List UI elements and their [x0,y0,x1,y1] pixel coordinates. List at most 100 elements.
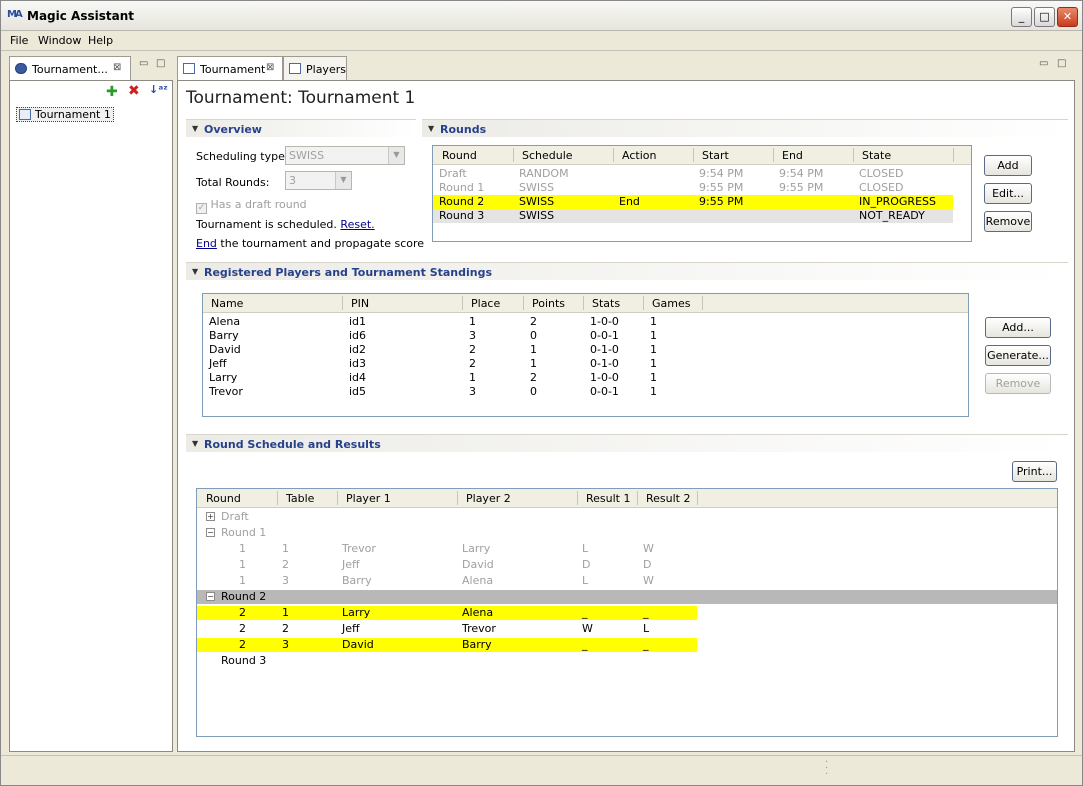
tournament-icon [19,109,31,120]
round-group-label: Round 3 [221,654,267,667]
close-icon[interactable]: ⊠ [266,62,274,73]
round-cell-action: End [619,195,640,208]
round-row[interactable]: Round 3 SWISS NOT_READY [433,209,953,223]
match-cell-r1: L [582,574,589,587]
player-row[interactable]: Barry id6 3 0 0-0-1 1 [203,329,963,343]
menu-window[interactable]: Window [38,34,81,47]
player-cell-points: 0 [530,385,537,398]
add-player-button[interactable]: Add... [985,317,1051,338]
section-players[interactable]: ▼ Registered Players and Tournament Stan… [186,262,1068,280]
match-cell-table: 2 [282,622,289,635]
print-button[interactable]: Print... [1012,461,1057,482]
player-row[interactable]: Alena id1 1 2 1-0-0 1 [203,315,963,329]
tab-tournament[interactable]: Tournament ⊠ [177,56,283,80]
column-header[interactable]: Round [206,492,241,505]
menu-file[interactable]: File [10,34,28,47]
expand-icon[interactable]: + [206,512,215,521]
collapse-icon[interactable]: − [206,592,215,601]
match-row[interactable]: 2 2 Jeff Trevor W L [197,622,1057,636]
player-row[interactable]: Jeff id3 2 1 0-1-0 1 [203,357,963,371]
player-cell-points: 0 [530,329,537,342]
column-header[interactable]: Result 2 [646,492,690,505]
round-group-label: Round 2 [221,590,267,603]
column-header[interactable]: Round [442,149,477,162]
resize-grip-icon: · · · [825,757,829,780]
round-cell-round: Round 1 [439,181,485,194]
player-row[interactable]: Trevor id5 3 0 0-0-1 1 [203,385,963,399]
player-row[interactable]: Larry id4 1 2 1-0-0 1 [203,371,963,385]
round-row[interactable]: Draft RANDOM 9:54 PM 9:54 PM CLOSED [433,167,953,181]
minimize-icon[interactable]: ▭ [139,58,148,69]
column-header[interactable]: Points [532,297,565,310]
maximize-icon[interactable]: □ [156,58,165,69]
menu-help[interactable]: Help [88,34,113,47]
round-group-row[interactable]: Round 3 [197,654,1057,668]
delete-icon[interactable]: ✖ [128,83,140,99]
close-icon[interactable]: ⊠ [113,62,121,73]
remove-round-button[interactable]: Remove [984,211,1032,232]
match-cell-r2: W [643,574,654,587]
round-group-row[interactable]: − Round 2 [197,590,1057,604]
section-schedule[interactable]: ▼ Round Schedule and Results [186,434,1068,452]
tab-players[interactable]: Players [283,56,347,80]
column-header[interactable]: State [862,149,891,162]
column-header[interactable]: Result 1 [586,492,630,505]
collapse-icon[interactable]: − [206,528,215,537]
section-rounds[interactable]: ▼ Rounds [422,119,1068,137]
column-header[interactable]: End [782,149,803,162]
minimize-icon[interactable]: ▭ [1039,58,1048,69]
player-cell-games: 1 [650,315,657,328]
section-overview[interactable]: ▼ Overview [186,119,416,137]
scheduling-type-label: Scheduling type: [196,150,289,163]
editor-icon [183,63,195,74]
total-rounds-label: Total Rounds: [196,176,270,189]
round-group-row[interactable]: − Round 1 [197,526,1057,540]
column-header[interactable]: Place [471,297,500,310]
player-cell-name: David [209,343,241,356]
match-cell-r1: W [582,622,593,635]
minimize-window-button[interactable]: _ [1011,7,1032,27]
match-cell-round: 1 [239,558,246,571]
column-header[interactable]: Table [286,492,314,505]
add-round-button[interactable]: Add [984,155,1032,176]
column-header[interactable]: Stats [592,297,620,310]
column-header[interactable]: PIN [351,297,369,310]
title-bar: MA Magic Assistant _ □ ✕ [1,1,1082,31]
player-cell-games: 1 [650,343,657,356]
column-header[interactable]: Action [622,149,656,162]
generate-players-button[interactable]: Generate... [985,345,1051,366]
match-row[interactable]: 1 1 Trevor Larry L W [197,542,1057,556]
tab-tournament-navigator[interactable]: Tournament... ⊠ [9,56,131,80]
editor-icon [289,63,301,74]
column-header[interactable]: Start [702,149,729,162]
column-header[interactable]: Name [211,297,243,310]
maximize-icon[interactable]: □ [1057,58,1066,69]
player-row[interactable]: David id2 2 1 0-1-0 1 [203,343,963,357]
column-header[interactable]: Player 2 [466,492,511,505]
match-row[interactable]: 2 1 Larry Alena _ _ [197,606,697,620]
maximize-window-button[interactable]: □ [1034,7,1055,27]
sort-az-icon[interactable]: ↓ᵃᶻ [149,83,168,96]
round-row[interactable]: Round 2 SWISS End 9:55 PM IN_PROGRESS [433,195,953,209]
round-cell-round: Round 2 [439,195,485,208]
column-header[interactable]: Player 1 [346,492,391,505]
match-cell-p2: Alena [462,606,494,619]
add-icon[interactable]: ✚ [106,84,118,100]
match-row[interactable]: 2 3 David Barry _ _ [197,638,697,652]
left-panel: ✚ ✖ ↓ᵃᶻ Tournament 1 [9,80,173,752]
close-window-button[interactable]: ✕ [1057,7,1078,27]
round-cell-state: NOT_READY [859,209,925,222]
tree-item-tournament[interactable]: Tournament 1 [16,107,114,122]
edit-round-button[interactable]: Edit... [984,183,1032,204]
reset-link[interactable]: Reset. [340,218,374,231]
column-header[interactable]: Games [652,297,690,310]
column-header[interactable]: Schedule [522,149,573,162]
remove-player-button: Remove [985,373,1051,394]
match-row[interactable]: 1 2 Jeff David D D [197,558,1057,572]
match-row[interactable]: 1 3 Barry Alena L W [197,574,1057,588]
player-cell-pin: id5 [349,385,367,398]
match-cell-r2: L [643,622,650,635]
end-link[interactable]: End [196,237,217,250]
round-row[interactable]: Round 1 SWISS 9:55 PM 9:55 PM CLOSED [433,181,953,195]
round-group-row[interactable]: + Draft [197,510,1057,524]
